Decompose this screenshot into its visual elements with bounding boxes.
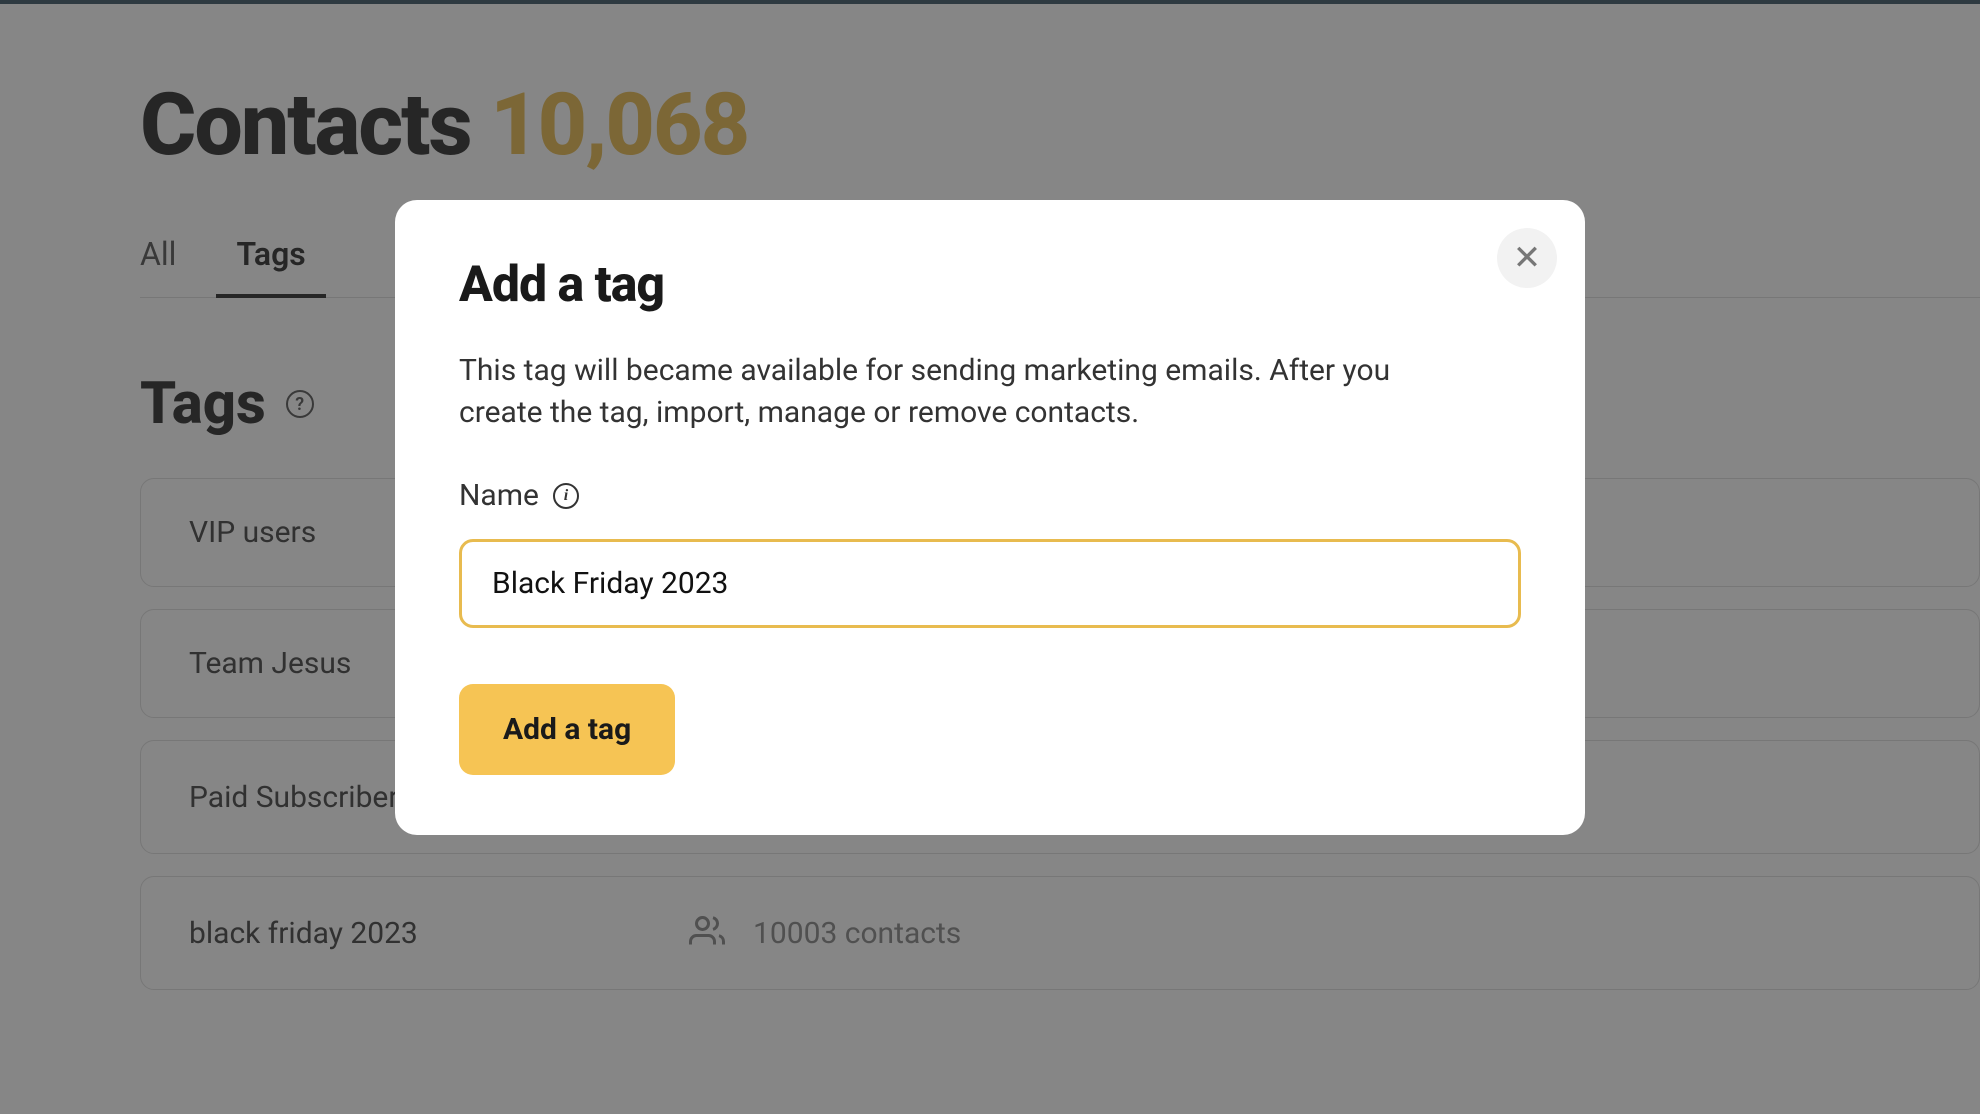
name-field-label: Name i (459, 478, 1521, 513)
modal-title: Add a tag (459, 256, 1521, 314)
close-button[interactable]: ✕ (1497, 228, 1557, 288)
add-tag-modal: ✕ Add a tag This tag will became availab… (395, 200, 1585, 835)
tag-name-input[interactable] (459, 539, 1521, 628)
modal-description: This tag will became available for sendi… (459, 350, 1479, 434)
modal-overlay[interactable]: ✕ Add a tag This tag will became availab… (0, 0, 1980, 1114)
add-tag-button[interactable]: Add a tag (459, 684, 675, 775)
close-icon: ✕ (1513, 238, 1542, 278)
name-label-text: Name (459, 478, 539, 513)
info-icon[interactable]: i (553, 483, 579, 509)
